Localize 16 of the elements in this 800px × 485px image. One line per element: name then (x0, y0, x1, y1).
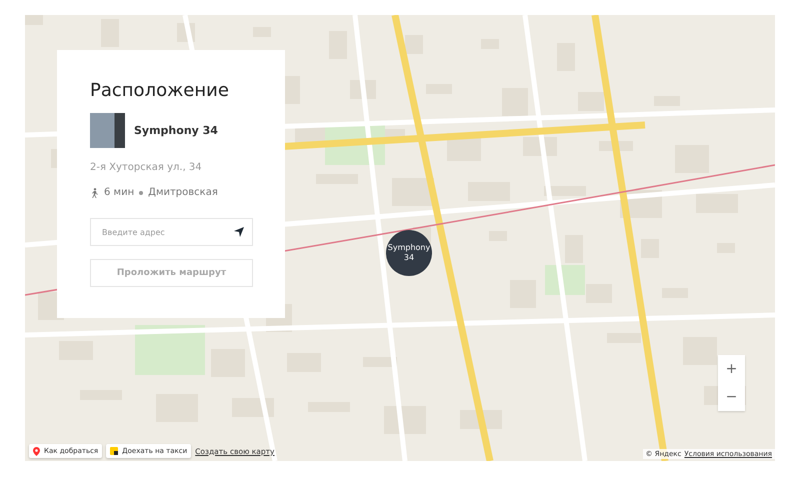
photo-placeholder (90, 113, 125, 148)
address-text: 2-я Хуторская ул., 34 (90, 162, 203, 173)
zoom-out-button[interactable]: − (718, 383, 745, 411)
zoom-in-button[interactable]: + (718, 355, 745, 383)
taxi-icon (110, 447, 118, 455)
address-input-field[interactable]: Введите адрес (90, 218, 253, 246)
metro-station: Дмитровская (148, 187, 218, 198)
location-pin-icon (33, 446, 40, 456)
navigation-arrow-icon[interactable] (234, 227, 244, 237)
card-title: Расположение (90, 80, 230, 101)
location-marker[interactable]: Symphony 34 (386, 230, 432, 276)
walk-time: 6 мин (104, 187, 134, 198)
walking-person-icon (90, 188, 99, 198)
park-area (135, 325, 205, 375)
separator-dot-icon (139, 190, 144, 194)
property-name: Symphony 34 (134, 124, 218, 137)
